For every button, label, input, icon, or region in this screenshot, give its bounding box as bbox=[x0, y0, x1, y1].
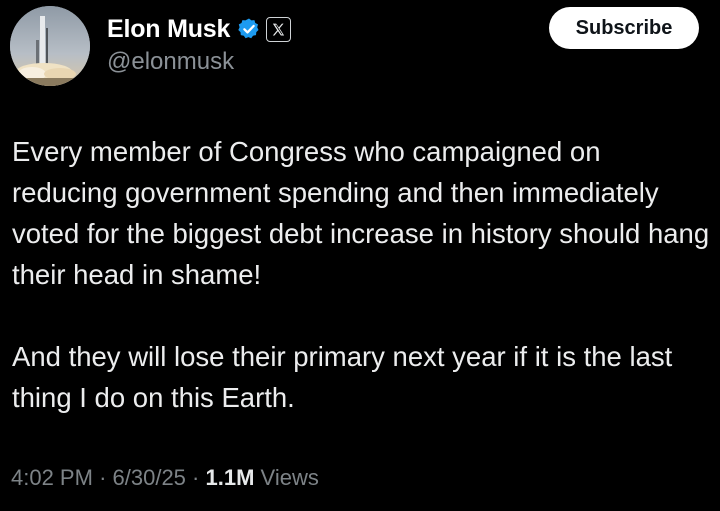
tweet-paragraph: And they will lose their primary next ye… bbox=[12, 341, 673, 413]
tweet-meta: 4:02 PM · 6/30/25 · 1.1M Views bbox=[11, 465, 319, 491]
meta-separator: · bbox=[99, 465, 107, 490]
tweet-time[interactable]: 4:02 PM bbox=[11, 465, 93, 490]
subscribe-button[interactable]: Subscribe bbox=[549, 7, 699, 49]
views-label: Views bbox=[260, 465, 319, 490]
rocket-launch-icon bbox=[10, 6, 90, 86]
tweet-text: Every member of Congress who campaigned … bbox=[12, 131, 712, 418]
views-count: 1.1M bbox=[205, 465, 255, 490]
tweet-date[interactable]: 6/30/25 bbox=[113, 465, 186, 490]
author-name-row: Elon Musk bbox=[107, 13, 292, 45]
x-logo-icon bbox=[266, 16, 292, 42]
avatar[interactable] bbox=[10, 6, 90, 86]
verified-check-icon bbox=[237, 17, 261, 41]
meta-separator: · bbox=[192, 465, 200, 490]
tweet: Elon Musk @elonmusk Subscribe Every memb… bbox=[0, 0, 720, 511]
tweet-paragraph: Every member of Congress who campaigned … bbox=[12, 136, 710, 290]
author-handle[interactable]: @elonmusk bbox=[107, 48, 234, 76]
author-display-name[interactable]: Elon Musk bbox=[107, 15, 230, 44]
